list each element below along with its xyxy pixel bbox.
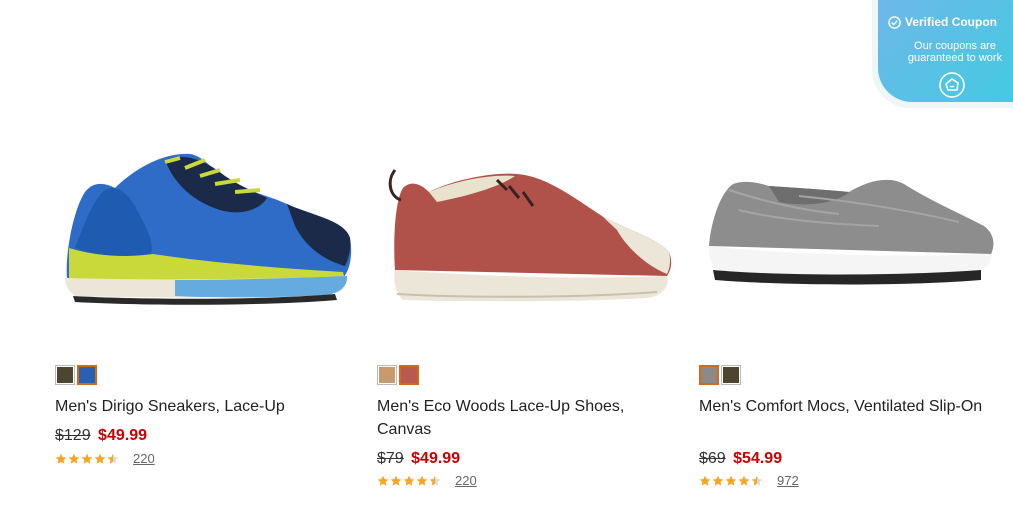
rating-row: 220 — [55, 451, 155, 466]
star-icon — [699, 475, 711, 486]
star-icon — [81, 453, 93, 464]
star-icon — [390, 475, 402, 486]
verified-coupon-title-text: Verified Coupon — [905, 15, 998, 29]
check-circle-icon — [888, 15, 901, 29]
color-swatch[interactable] — [377, 365, 397, 385]
star-icon — [416, 475, 428, 486]
price-row: $129 $49.99 — [55, 426, 147, 446]
color-swatch-selected[interactable] — [699, 365, 719, 385]
star-icon — [94, 453, 106, 464]
color-swatch[interactable] — [55, 365, 75, 385]
star-icon — [403, 475, 415, 486]
tag-logo-icon[interactable] — [938, 71, 966, 99]
original-price: $79 — [377, 450, 404, 467]
verified-coupon-widget[interactable]: Verified Coupon Our coupons are guarante… — [872, 0, 1013, 108]
product-image-eco-woods-shoe[interactable] — [377, 130, 677, 355]
product-name[interactable]: Men's Dirigo Sneakers, Lace-Up — [55, 395, 355, 418]
sale-price: $49.99 — [98, 427, 147, 444]
price-row: $69 $54.99 — [699, 449, 782, 469]
product-name[interactable]: Men's Eco Woods Lace-Up Shoes, Canvas — [377, 395, 677, 441]
product-card[interactable]: Men's Comfort Mocs, Ventilated Slip-On $… — [699, 130, 999, 520]
original-price: $69 — [699, 450, 726, 467]
star-icon — [725, 475, 737, 486]
color-swatches — [55, 365, 97, 385]
color-swatches — [699, 365, 741, 385]
rating-row: 220 — [377, 473, 477, 488]
color-swatch-selected[interactable] — [77, 365, 97, 385]
color-swatch[interactable] — [721, 365, 741, 385]
review-count-link[interactable]: 972 — [777, 473, 799, 488]
verified-coupon-title: Verified Coupon — [888, 15, 997, 29]
original-price: $129 — [55, 427, 91, 444]
color-swatch-selected[interactable] — [399, 365, 419, 385]
product-image-comfort-mocs[interactable] — [699, 130, 999, 355]
star-icon — [377, 475, 389, 486]
sale-price: $54.99 — [733, 450, 783, 467]
color-swatches — [377, 365, 419, 385]
star-icon — [55, 453, 67, 464]
review-count-link[interactable]: 220 — [133, 451, 155, 466]
star-rating — [699, 475, 763, 487]
price-row: $79 $49.99 — [377, 449, 460, 469]
star-icon — [107, 453, 119, 464]
star-icon — [712, 475, 724, 486]
star-rating — [55, 453, 119, 465]
verified-coupon-panel[interactable]: Verified Coupon Our coupons are guarante… — [878, 0, 1013, 102]
star-icon — [738, 475, 750, 486]
verified-coupon-subtitle: Our coupons are guaranteed to work — [907, 40, 1003, 64]
rating-row: 972 — [699, 473, 799, 488]
product-card[interactable]: Men's Dirigo Sneakers, Lace-Up $129 $49.… — [55, 130, 355, 520]
star-icon — [68, 453, 80, 464]
sale-price: $49.99 — [411, 450, 461, 467]
review-count-link[interactable]: 220 — [455, 473, 477, 488]
product-card[interactable]: Men's Eco Woods Lace-Up Shoes, Canvas $7… — [377, 130, 677, 520]
product-grid: Men's Dirigo Sneakers, Lace-Up $129 $49.… — [0, 0, 1013, 527]
star-icon — [429, 475, 441, 486]
product-name[interactable]: Men's Comfort Mocs, Ventilated Slip-On — [699, 395, 999, 418]
star-icon — [751, 475, 763, 486]
star-rating — [377, 475, 441, 487]
product-image-dirigo-sneaker[interactable] — [55, 130, 355, 355]
